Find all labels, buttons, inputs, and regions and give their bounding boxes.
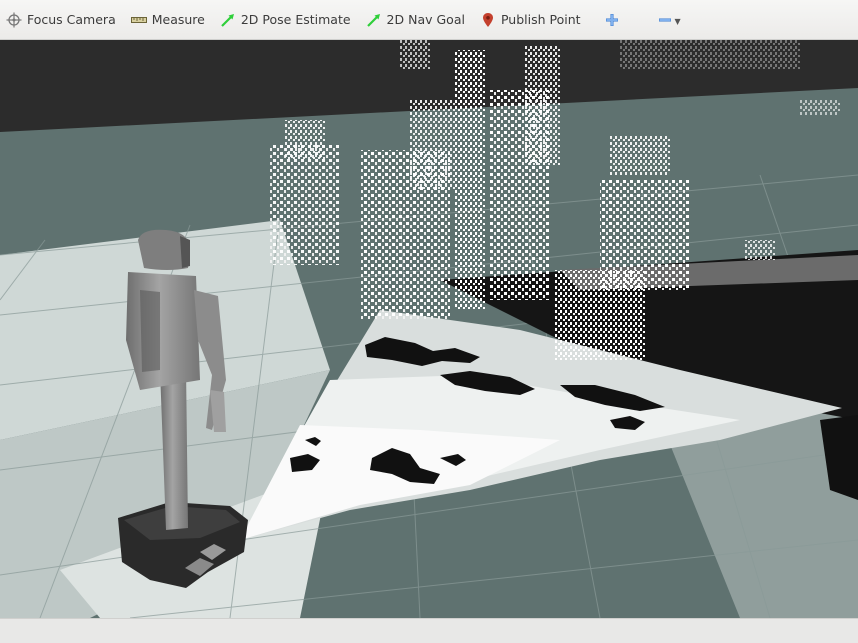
focus-camera-label: Focus Camera: [27, 12, 116, 27]
pose-estimate-label: 2D Pose Estimate: [240, 12, 351, 27]
ruler-icon: [130, 12, 147, 28]
3d-scene: [0, 40, 858, 618]
measure-tool[interactable]: Measure: [125, 0, 211, 40]
rviz-toolbar: Focus Camera Measure 2D Pose Estimate 2D…: [0, 0, 858, 40]
add-tool-button[interactable]: [598, 0, 626, 40]
publish-point-tool[interactable]: Publish Point: [474, 0, 587, 40]
plus-icon: [604, 12, 620, 28]
green-arrow-icon: [366, 12, 382, 28]
status-bar: [0, 618, 858, 643]
map-pin-icon: [480, 12, 496, 28]
crosshair-icon: [6, 12, 22, 28]
chevron-down-icon[interactable]: ▼: [675, 17, 681, 26]
nav-goal-label: 2D Nav Goal: [386, 12, 465, 27]
publish-point-label: Publish Point: [500, 12, 581, 27]
pose-estimate-tool[interactable]: 2D Pose Estimate: [214, 0, 357, 40]
measure-label: Measure: [151, 12, 205, 27]
3d-viewport[interactable]: [0, 40, 858, 618]
minus-icon: [657, 12, 673, 28]
green-arrow-icon: [220, 12, 236, 28]
nav-goal-tool[interactable]: 2D Nav Goal: [360, 0, 471, 40]
focus-camera-tool[interactable]: Focus Camera: [0, 0, 122, 40]
remove-tool-button[interactable]: ▼: [651, 0, 687, 40]
